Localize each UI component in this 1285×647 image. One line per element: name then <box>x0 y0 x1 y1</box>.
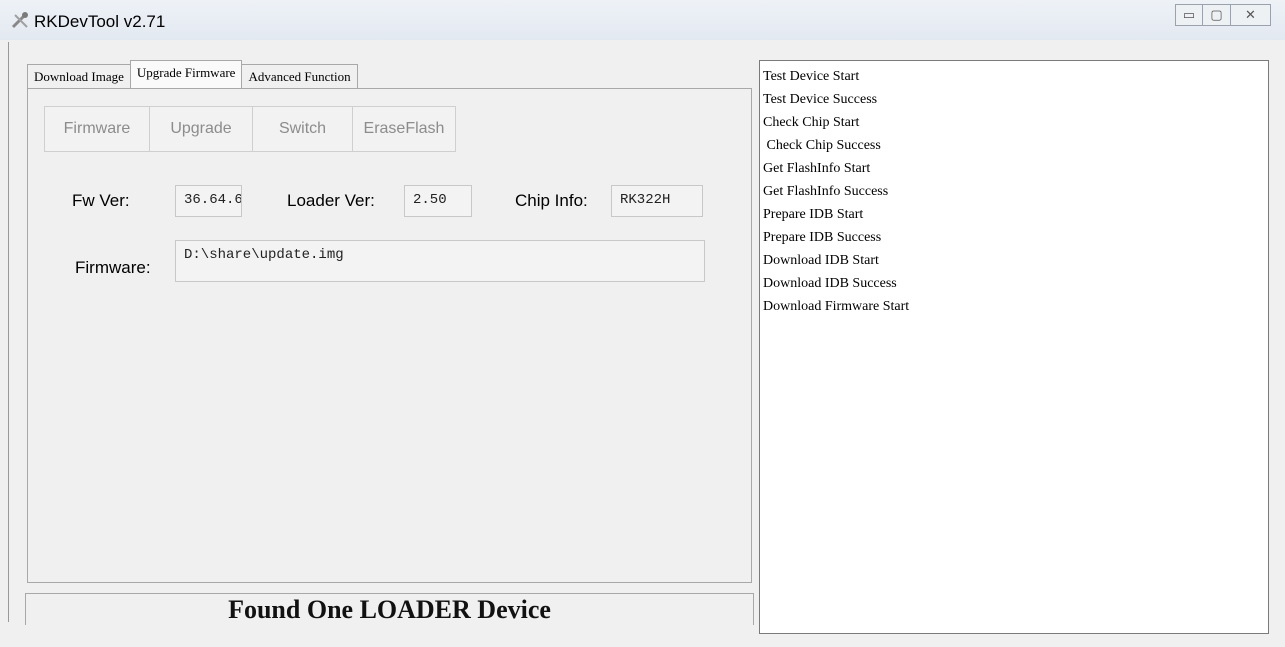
tab-upgrade-firmware[interactable]: Upgrade Firmware <box>129 60 243 88</box>
upgrade-firmware-panel <box>27 88 752 583</box>
close-button[interactable]: ✕ <box>1231 4 1271 26</box>
log-line: Download IDB Start <box>763 253 879 268</box>
status-text: Found One LOADER Device <box>228 595 551 624</box>
fw-ver-label: Fw Ver: <box>72 191 130 210</box>
tab-download-image[interactable]: Download Image <box>27 64 131 88</box>
tab-advanced-function[interactable]: Advanced Function <box>241 64 358 88</box>
firmware-button[interactable]: Firmware <box>44 106 150 152</box>
log-line: Test Device Success <box>763 92 878 107</box>
log-line: Test Device Start <box>763 69 860 84</box>
loader-ver-label: Loader Ver: <box>287 191 375 210</box>
log-line: Get FlashInfo Success <box>763 184 889 199</box>
loader-ver-field: 2.50 <box>404 185 472 217</box>
status-bar: Found One LOADER Device <box>25 593 754 625</box>
chip-info-field: RK322H <box>611 185 703 217</box>
minimize-icon: ▭ <box>1182 7 1196 22</box>
window-controls: ▭ ▢ ✕ <box>1175 4 1271 28</box>
close-icon: ✕ <box>1245 7 1256 22</box>
window-title: RKDevTool v2.71 <box>34 12 166 31</box>
switch-button[interactable]: Switch <box>252 106 353 152</box>
title-bar: RKDevTool v2.71 ▭ ▢ ✕ <box>0 0 1285 40</box>
log-line: Prepare IDB Success <box>763 230 882 245</box>
log-panel[interactable]: Test Device Start Test Device Success Ch… <box>759 60 1269 634</box>
firmware-path-label: Firmware: <box>75 258 151 277</box>
eraseflash-button[interactable]: EraseFlash <box>352 106 456 152</box>
tab-strip: Download Image Upgrade Firmware Advanced… <box>27 60 358 90</box>
log-line: Prepare IDB Start <box>763 207 864 222</box>
log-line: Download IDB Success <box>763 276 897 291</box>
log-line: Get FlashInfo Start <box>763 161 871 176</box>
log-line: Download Firmware Start <box>763 299 910 314</box>
log-line: Check Chip Start <box>763 115 860 130</box>
upgrade-button[interactable]: Upgrade <box>149 106 253 152</box>
minimize-button[interactable]: ▭ <box>1175 4 1203 26</box>
chip-info-label: Chip Info: <box>515 191 588 210</box>
maximize-button[interactable]: ▢ <box>1203 4 1231 26</box>
fw-ver-field: 36.64.6 <box>175 185 242 217</box>
log-line: Check Chip Success <box>763 138 881 153</box>
rk-tool-icon <box>11 12 28 29</box>
firmware-path-field[interactable]: D:\share\update.img <box>175 240 705 282</box>
window-border <box>8 42 9 622</box>
maximize-icon: ▢ <box>1210 7 1223 22</box>
